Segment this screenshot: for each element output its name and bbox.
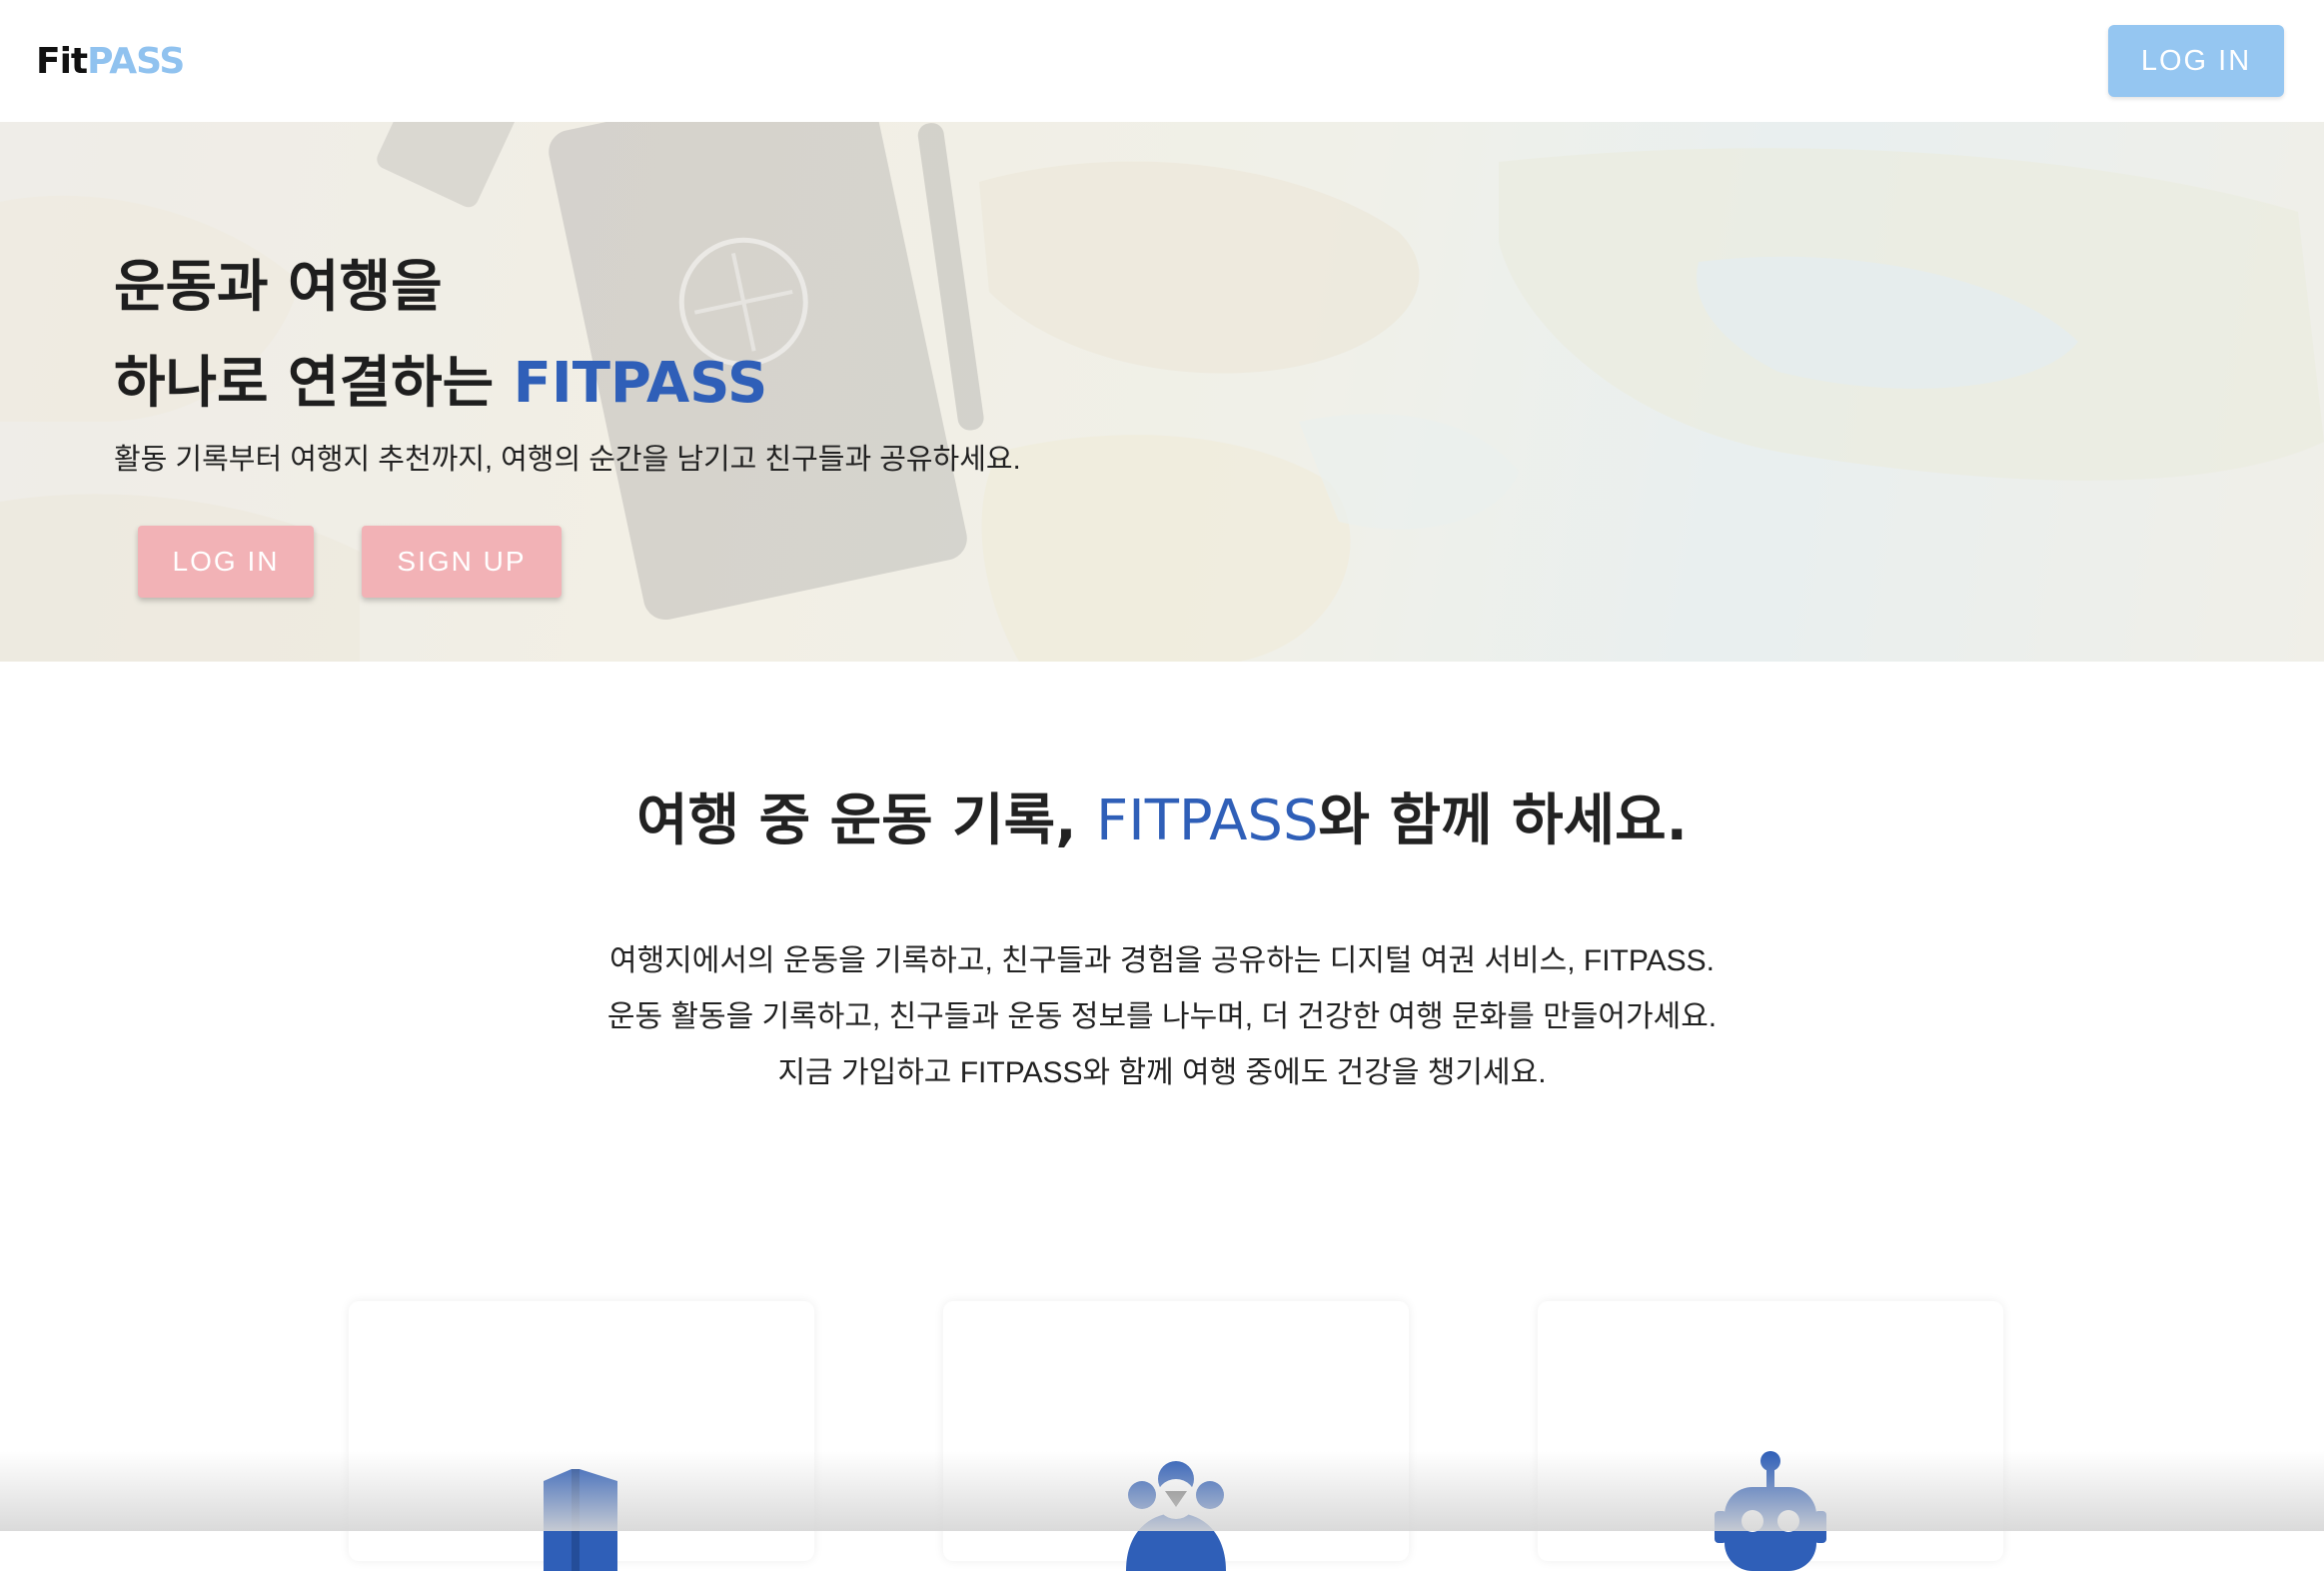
hero-text-block: 운동과 여행을 하나로 연결하는 FITPASS 활동 기록부터 여행지 추천까… (114, 240, 1021, 478)
fitpass-logo[interactable]: FitPASS (36, 40, 185, 82)
hero-title: 운동과 여행을 하나로 연결하는 FITPASS (114, 240, 1021, 432)
hero-actions: LOG IN SIGN UP (138, 526, 562, 598)
intro-description: 여행지에서의 운동을 기록하고, 친구들과 경험을 공유하는 디지털 여권 서비… (0, 933, 2324, 1101)
intro-heading-accent: FITPASS (1095, 788, 1319, 853)
intro-heading-prefix: 여행 중 운동 기록, (636, 788, 1096, 853)
hero-banner: 운동과 여행을 하나로 연결하는 FITPASS 활동 기록부터 여행지 추천까… (0, 122, 2324, 662)
logo-pass: PASS (87, 40, 185, 82)
top-navbar: FitPASS LOG IN (0, 0, 2324, 122)
hero-title-line1: 운동과 여행을 (114, 255, 443, 320)
header-login-button[interactable]: LOG IN (2108, 25, 2284, 97)
logo-fit: Fit (36, 40, 88, 82)
intro-heading-suffix: 와 함께 하세요. (1318, 788, 1688, 853)
hero-signup-button[interactable]: SIGN UP (362, 526, 562, 598)
hero-title-accent: FITPASS (513, 351, 768, 416)
intro-heading: 여행 중 운동 기록, FITPASS와 함께 하세요. (0, 776, 2324, 856)
intro-line-1: 여행지에서의 운동을 기록하고, 친구들과 경험을 공유하는 디지털 여권 서비… (608, 944, 1716, 977)
bottom-scroll-fade (0, 1451, 2324, 1531)
hero-subtitle: 활동 기록부터 여행지 추천까지, 여행의 순간을 남기고 친구들과 공유하세요… (114, 444, 1021, 476)
hero-title-line2: 하나로 연결하는 (114, 351, 514, 416)
intro-line-3: 지금 가입하고 FITPASS와 함께 여행 중에도 건강을 챙기세요. (777, 1056, 1547, 1089)
hero-login-button[interactable]: LOG IN (138, 526, 314, 598)
intro-line-2: 운동 활동을 기록하고, 친구들과 운동 정보를 나누며, 더 건강한 여행 문… (606, 1000, 1718, 1033)
